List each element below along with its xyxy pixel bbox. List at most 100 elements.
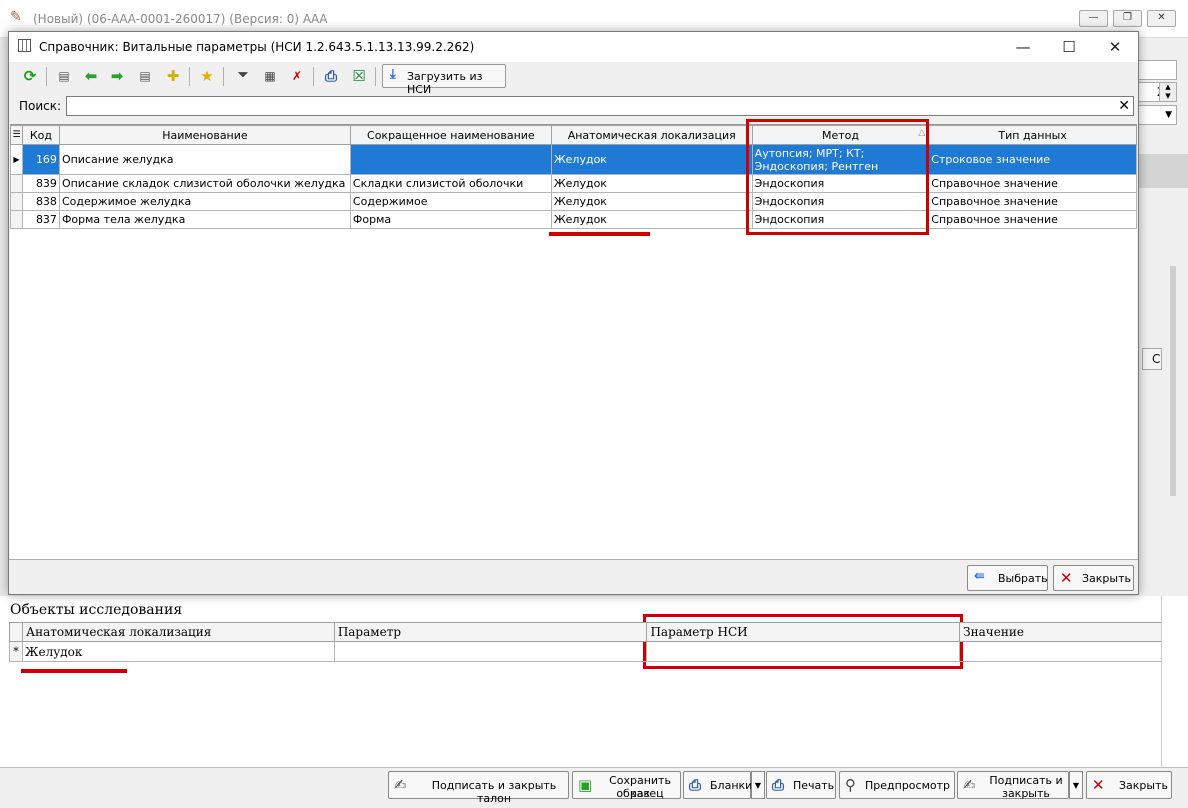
forms-button[interactable]: ⎙ Бланки — [683, 771, 752, 799]
cell-obj-value[interactable] — [959, 641, 1162, 662]
toolbar-separator — [223, 67, 224, 86]
row-indicator — [10, 210, 23, 229]
sign-close-ticket-button[interactable]: ✍ Подписать и закрыть талон — [388, 771, 569, 805]
add-icon[interactable]: ✚ — [163, 66, 183, 86]
dialog-title: Справочник: Витальные параметры (НСИ 1.2… — [39, 40, 475, 54]
bg-close-button[interactable]: ✕ — [1147, 10, 1176, 27]
col-obj-location[interactable]: Анатомическая локализация — [21, 622, 335, 642]
print-icon[interactable]: ⎙ — [321, 66, 341, 86]
col-data-type[interactable]: Тип данных — [928, 125, 1137, 145]
dialog-maximize-button[interactable]: ☐ — [1046, 32, 1092, 62]
cell-data-type[interactable]: Справочное значение — [928, 192, 1137, 211]
dialog-titlebar: Справочник: Витальные параметры (НСИ 1.2… — [9, 32, 1138, 62]
table-row[interactable]: 838 Содержимое желудка Содержимое Желудо… — [10, 192, 1137, 211]
load-from-nsi-label: Загрузить из НСИ — [407, 70, 483, 96]
col-obj-value[interactable]: Значение — [959, 622, 1162, 642]
refresh-icon[interactable]: ⟳ — [20, 66, 40, 86]
reference-table: ☰ Код Наименование Сокращенное наименова… — [10, 125, 1137, 229]
print-button[interactable]: ⎙ Печать — [766, 771, 836, 799]
bg-maximize-button[interactable]: ❐ — [1113, 10, 1142, 27]
select-button[interactable]: ⇚ Выбрать — [967, 565, 1048, 591]
cell-short-name[interactable]: Содержимое — [349, 192, 552, 211]
record-prev-icon[interactable]: ▤ — [54, 66, 74, 86]
filter-icon[interactable]: ⏷ — [233, 66, 253, 86]
col-name[interactable]: Наименование — [58, 125, 351, 145]
cell-name[interactable]: Содержимое желудка — [58, 192, 351, 211]
arrow-right-icon[interactable]: ➡ — [107, 66, 127, 86]
close-form-button[interactable]: ✕ Закрыть — [1086, 771, 1172, 799]
cell-code[interactable]: 837 — [21, 210, 60, 229]
column-chooser-icon[interactable]: ☰ — [10, 125, 23, 145]
cell-short-name[interactable] — [349, 144, 552, 175]
dialog-minimize-button[interactable]: — — [1000, 32, 1046, 62]
preview-button[interactable]: ⚲ Предпросмотр — [839, 771, 955, 799]
spin-arrows-icon[interactable]: ▲ ▼ — [1159, 82, 1177, 102]
cell-data-type[interactable]: Строковое значение — [928, 144, 1137, 175]
toolbar-separator — [46, 67, 47, 86]
cell-name[interactable]: Описание желудка — [58, 144, 351, 175]
underline-location-stomach — [549, 232, 650, 236]
underline-objects-stomach — [21, 669, 127, 673]
bottom-action-bar: ✍ Подписать и закрыть талон ▣ Сохранить … — [0, 767, 1188, 808]
close-form-label: Закрыть — [1119, 779, 1168, 792]
cell-data-type[interactable]: Справочное значение — [928, 174, 1137, 193]
objects-header-indicator — [9, 622, 23, 642]
objects-grid[interactable]: Анатомическая локализация Параметр Парам… — [9, 622, 1162, 662]
bg-minimize-button[interactable]: — — [1079, 10, 1108, 27]
export-excel-icon[interactable]: ☒ — [349, 66, 369, 86]
cell-code[interactable]: 838 — [21, 192, 60, 211]
load-from-nsi-button[interactable]: ⤓ Загрузить из НСИ — [382, 64, 506, 96]
search-input[interactable]: ✕ — [66, 96, 1134, 116]
favorite-star-icon[interactable]: ★ — [197, 66, 217, 86]
arrow-left-icon[interactable]: ⬅ — [81, 66, 101, 86]
printer-icon: ⎙ — [772, 776, 785, 794]
save-template-button[interactable]: ▣ Сохранить как образец — [572, 771, 681, 800]
cell-data-type[interactable]: Справочное значение — [928, 210, 1137, 229]
filter-clear-icon[interactable]: ✗ — [287, 66, 307, 86]
col-obj-nsi-parameter[interactable]: Параметр НСИ — [646, 622, 961, 642]
cell-short-name[interactable]: Складки слизистой оболочки — [349, 174, 552, 193]
bg-column-header-clip: С — [1142, 348, 1162, 370]
cell-code[interactable]: 169 — [21, 144, 60, 175]
reference-dialog: Справочник: Витальные параметры (НСИ 1.2… — [8, 31, 1139, 595]
bg-scrollbar[interactable] — [1170, 266, 1176, 496]
cell-name[interactable]: Описание складок слизистой оболочки желу… — [58, 174, 351, 193]
download-icon: ⤓ — [390, 67, 396, 82]
table-row[interactable]: ▶ 169 Описание желудка Желудок Аутопсия;… — [10, 144, 1137, 175]
col-obj-parameter[interactable]: Параметр — [333, 622, 648, 642]
cell-obj-parameter[interactable] — [333, 641, 648, 662]
col-code[interactable]: Код — [21, 125, 60, 145]
bg-combo[interactable]: ▼ — [1137, 105, 1177, 125]
cell-obj-nsi-parameter[interactable] — [646, 641, 961, 662]
cell-name[interactable]: Форма тела желудка — [58, 210, 351, 229]
close-button[interactable]: ✕ Закрыть — [1053, 565, 1134, 591]
reference-grid[interactable]: ☰ Код Наименование Сокращенное наименова… — [10, 124, 1137, 559]
bg-field-1 — [1137, 60, 1177, 80]
preview-label: Предпросмотр — [865, 779, 950, 792]
cell-code[interactable]: 839 — [21, 174, 60, 193]
table-row[interactable]: 837 Форма тела желудка Форма Желудок Энд… — [10, 210, 1137, 229]
select-button-label: Выбрать — [998, 572, 1048, 585]
row-indicator — [10, 174, 23, 193]
sign-close-button[interactable]: ✍ Подписать и закрыть — [957, 771, 1069, 800]
record-next-icon[interactable]: ▤ — [135, 66, 155, 86]
objects-table: Анатомическая локализация Параметр Парам… — [9, 622, 1162, 662]
cell-location[interactable]: Желудок — [550, 174, 753, 193]
row-indicator — [10, 192, 23, 211]
cell-location[interactable]: Желудок — [550, 192, 753, 211]
toolbar-separator — [375, 67, 376, 86]
cell-location[interactable]: Желудок — [550, 210, 753, 229]
clear-search-icon[interactable]: ✕ — [1118, 98, 1130, 114]
col-location[interactable]: Анатомическая локализация — [550, 125, 753, 145]
filter-edit-icon[interactable]: ▦ — [260, 66, 280, 86]
table-row[interactable]: * Желудок — [9, 641, 1162, 662]
cell-obj-location[interactable]: Желудок — [21, 641, 335, 662]
table-row[interactable]: 839 Описание складок слизистой оболочки … — [10, 174, 1137, 193]
dialog-close-button[interactable]: ✕ — [1092, 32, 1138, 62]
forms-dropdown-arrow-icon[interactable]: ▼ — [751, 771, 765, 799]
cell-location[interactable]: Желудок — [550, 144, 753, 175]
sign-dropdown-arrow-icon[interactable]: ▼ — [1069, 771, 1083, 799]
col-short-name[interactable]: Сокращенное наименование — [349, 125, 552, 145]
new-row-star-icon: * — [9, 641, 23, 662]
cell-short-name[interactable]: Форма — [349, 210, 552, 229]
